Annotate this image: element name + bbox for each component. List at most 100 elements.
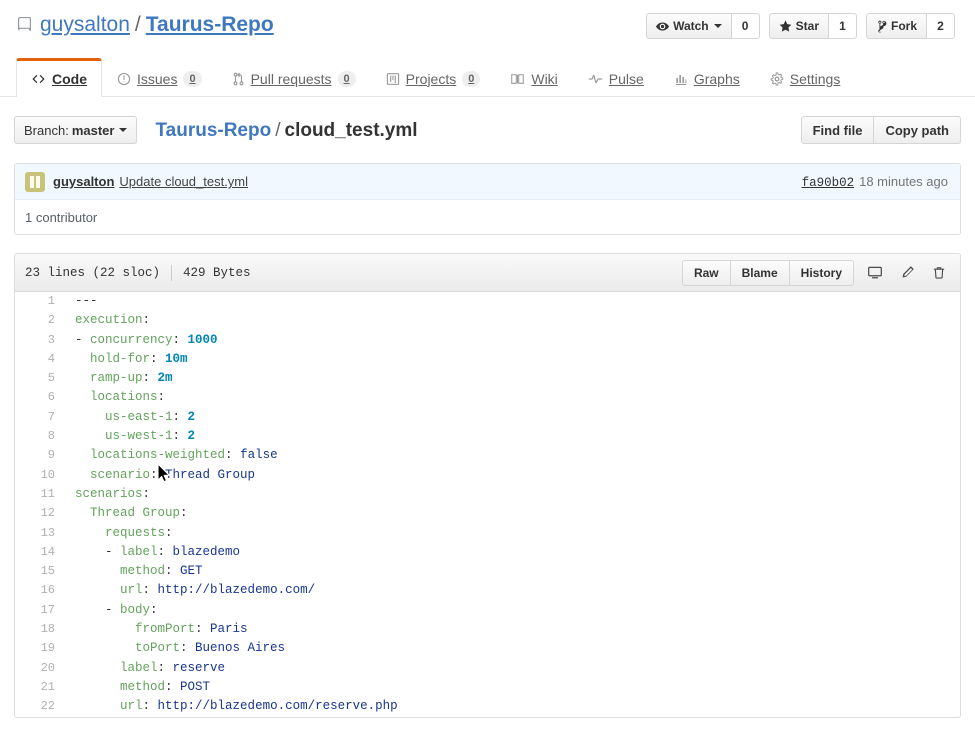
raw-button[interactable]: Raw — [681, 259, 731, 286]
pencil-edit-icon[interactable] — [896, 260, 918, 286]
line-content: us-east-1: 2 — [65, 408, 960, 427]
line-number[interactable]: 15 — [15, 562, 65, 581]
breadcrumb-repo-link[interactable]: Taurus-Repo — [155, 120, 271, 141]
code-token: : — [195, 622, 211, 637]
find-file-button[interactable]: Find file — [800, 116, 875, 144]
repo-owner-link[interactable]: guysalton — [40, 14, 130, 35]
line-number[interactable]: 21 — [15, 678, 65, 697]
line-content: hold-for: 10m — [65, 350, 960, 369]
code-token: http://blazedemo.com/reserve.php — [157, 699, 398, 714]
line-number[interactable]: 22 — [15, 697, 65, 716]
line-number[interactable]: 18 — [15, 620, 65, 639]
tab-pull-requests-counter: 0 — [337, 70, 356, 87]
line-number[interactable]: 7 — [15, 408, 65, 427]
tab-wiki[interactable]: Wiki — [495, 59, 572, 97]
line-number[interactable]: 10 — [15, 466, 65, 485]
blame-button[interactable]: Blame — [730, 259, 790, 286]
code-table-body: 1 --- 2 execution: 3- concurrency: 1000 4 hol… — [15, 292, 960, 717]
repo-name-link[interactable]: Taurus-Repo — [146, 14, 274, 35]
line-number[interactable]: 4 — [15, 350, 65, 369]
tab-settings[interactable]: Settings — [755, 59, 856, 97]
copy-path-button[interactable]: Copy path — [874, 116, 961, 144]
tab-issues-label: Issues — [137, 70, 178, 87]
code-token: us-west-1 — [105, 429, 173, 444]
tab-pull-requests[interactable]: Pull requests 0 — [217, 59, 371, 97]
pulse-icon — [588, 72, 603, 86]
line-number[interactable]: 14 — [15, 543, 65, 562]
repo-header: guysalton / Taurus-Repo Watch 0 Star 1 F… — [0, 0, 975, 58]
code-token: : — [225, 448, 241, 463]
code-token: : — [142, 699, 158, 714]
line-number[interactable]: 2 — [15, 311, 65, 330]
line-number[interactable]: 8 — [15, 427, 65, 446]
line-number[interactable]: 17 — [15, 601, 65, 620]
line-number[interactable]: 9 — [15, 446, 65, 465]
line-number[interactable]: 5 — [15, 369, 65, 388]
code-line-row: 14 - label: blazedemo — [15, 543, 960, 562]
commit-timestamp: 18 minutes ago — [859, 173, 948, 189]
pagehead-actions: Watch 0 Star 1 Fork 2 — [646, 13, 955, 39]
code-line-row: 16 url: http://blazedemo.com/ — [15, 581, 960, 600]
code-token: : — [172, 409, 188, 424]
star-count[interactable]: 1 — [828, 13, 857, 39]
line-content: method: POST — [65, 678, 960, 697]
history-button[interactable]: History — [789, 259, 854, 286]
tab-projects[interactable]: Projects 0 — [371, 59, 496, 97]
line-content: scenarios: — [65, 485, 960, 504]
code-token: 2 — [187, 429, 196, 444]
fork-button[interactable]: Fork — [865, 13, 927, 39]
line-number[interactable]: 19 — [15, 639, 65, 658]
line-number[interactable]: 20 — [15, 659, 65, 678]
breadcrumb-filename: cloud_test.yml — [284, 119, 418, 141]
commit-author-link[interactable]: guysalton — [53, 174, 114, 189]
code-line-row: 2 execution: — [15, 311, 960, 330]
branch-select-button[interactable]: Branch: master — [14, 116, 138, 144]
line-number[interactable]: 12 — [15, 504, 65, 523]
code-token: POST — [180, 679, 211, 694]
tab-pulse[interactable]: Pulse — [573, 59, 659, 97]
code-token: 10m — [165, 351, 188, 366]
tab-issues[interactable]: Issues 0 — [102, 59, 217, 97]
line-number[interactable]: 1 — [15, 292, 65, 311]
line-number[interactable]: 3 — [15, 331, 65, 350]
code-line-row: 13 requests: — [15, 524, 960, 543]
code-token: scenario — [90, 467, 151, 482]
fork-label: Fork — [890, 19, 917, 33]
code-line-row: 5 ramp-up: 2m — [15, 369, 960, 388]
code-token: false — [240, 448, 278, 463]
code-token: url — [120, 583, 143, 598]
star-button[interactable]: Star — [768, 13, 829, 39]
code-line-row: 15 method: GET — [15, 562, 960, 581]
commit-message-link[interactable]: Update cloud_test.yml — [119, 174, 248, 189]
line-content: label: reserve — [65, 659, 960, 678]
branch-name-label: master — [71, 122, 115, 138]
code-line-row: 19 toPort: Buenos Aires — [15, 639, 960, 658]
trash-delete-icon[interactable] — [928, 260, 950, 286]
watch-button[interactable]: Watch — [646, 13, 732, 39]
line-number[interactable]: 16 — [15, 581, 65, 600]
fork-count[interactable]: 2 — [927, 13, 955, 39]
tab-graphs[interactable]: Graphs — [659, 59, 755, 97]
tab-code[interactable]: Code — [16, 58, 102, 97]
line-number[interactable]: 13 — [15, 524, 65, 543]
main-container: Branch: master Taurus-Repo / cloud_test.ym… — [0, 113, 975, 718]
breadcrumb: Taurus-Repo / cloud_test.yml — [155, 121, 417, 140]
file-info-divider — [171, 264, 173, 281]
line-number[interactable]: 6 — [15, 388, 65, 407]
code-line-row: 18 fromPort: Paris — [15, 620, 960, 639]
code-token: ramp-up — [90, 371, 143, 386]
code-token: toPort — [135, 641, 181, 656]
code-token: : — [150, 602, 158, 617]
contributors-row[interactable]: 1 contributor — [15, 200, 960, 234]
commit-sha-link[interactable]: fa90b02 — [802, 176, 855, 190]
watch-count[interactable]: 0 — [731, 13, 760, 39]
desktop-download-icon[interactable] — [864, 260, 886, 286]
line-number[interactable]: 11 — [15, 485, 65, 504]
line-content: scenario: Thread Group — [65, 466, 960, 485]
code-token: 2 — [187, 409, 196, 424]
